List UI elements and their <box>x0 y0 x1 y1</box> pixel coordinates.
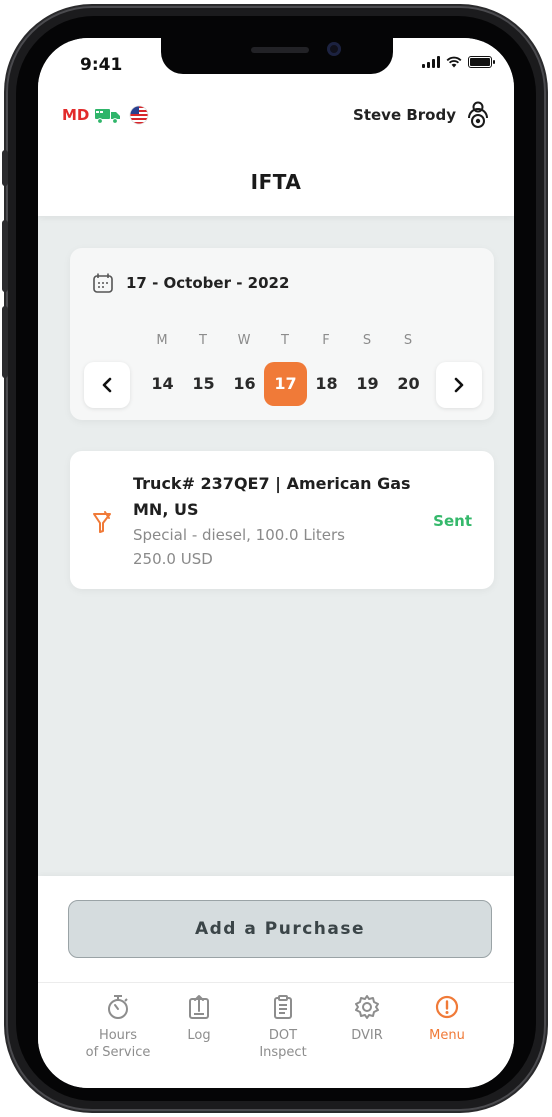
weekday-row: M T W T F S S <box>142 333 429 348</box>
chevron-right-icon <box>454 377 464 393</box>
day-cell[interactable]: 16 <box>224 362 265 406</box>
weekday-label: W <box>237 333 252 348</box>
us-flag-icon[interactable] <box>129 105 149 125</box>
mute-switch <box>2 150 8 186</box>
bottom-panel: Add a Purchase Hours of Service Log DOT … <box>38 876 514 1088</box>
chevron-left-icon <box>102 377 112 393</box>
driver-code: MD <box>62 106 90 124</box>
status-icons <box>422 56 495 68</box>
screen: 9:41 MD Steve Brody IFTA 17 - October - … <box>38 38 514 1088</box>
user-name[interactable]: Steve Brody <box>353 106 456 124</box>
log-upload-icon <box>189 995 209 1019</box>
stopwatch-icon <box>108 995 128 1019</box>
fuel-purchase-card[interactable]: Truck# 237QE7 | American Gas MN, US Spec… <box>70 451 494 589</box>
day-cell[interactable]: 18 <box>306 362 347 406</box>
tab-dot-inspect[interactable]: DOT Inspect <box>238 993 328 1061</box>
driver-profile-icon[interactable] <box>466 101 490 129</box>
day-cell[interactable]: 15 <box>183 362 224 406</box>
tab-label: Hours of Service <box>85 1028 151 1060</box>
volume-down-button <box>2 306 8 378</box>
purchase-location: MN, US <box>133 500 199 519</box>
cellular-signal-icon <box>422 56 440 68</box>
calendar-icon <box>93 273 113 293</box>
purchase-amount: 250.0 USD <box>133 550 213 568</box>
day-row: 14 15 16 17 18 19 20 <box>142 362 429 406</box>
weekday-label: S <box>403 333 414 348</box>
tab-log[interactable]: Log <box>154 993 244 1044</box>
tab-label: DOT Inspect <box>259 1028 307 1060</box>
add-purchase-button[interactable]: Add a Purchase <box>68 900 492 958</box>
status-badge: Sent <box>433 512 472 530</box>
gear-icon <box>355 995 379 1019</box>
day-cell-selected[interactable]: 17 <box>264 362 307 406</box>
app-bar: MD Steve Brody <box>62 101 490 129</box>
battery-icon <box>468 56 495 68</box>
weekday-label: S <box>362 333 373 348</box>
tab-hours-of-service[interactable]: Hours of Service <box>73 993 163 1061</box>
status-time: 9:41 <box>80 55 123 75</box>
fuel-pump-icon <box>93 511 111 533</box>
tab-label: DVIR <box>351 1028 383 1043</box>
tab-dvir[interactable]: DVIR <box>322 993 412 1044</box>
tab-menu[interactable]: Menu <box>402 993 492 1044</box>
weekday-label: T <box>199 333 208 348</box>
info-circle-icon <box>435 995 459 1019</box>
purchase-truck-vendor: Truck# 237QE7 | American Gas <box>133 474 411 493</box>
day-cell[interactable]: 20 <box>388 362 429 406</box>
day-cell[interactable]: 19 <box>347 362 388 406</box>
weekday-label: T <box>281 333 290 348</box>
front-camera <box>327 42 341 56</box>
next-week-button[interactable] <box>436 362 482 408</box>
truck-icon[interactable] <box>95 106 121 124</box>
weekday-label: F <box>322 333 331 348</box>
date-header: 17 - October - 2022 <box>92 272 289 294</box>
selected-date-label: 17 - October - 2022 <box>126 274 290 292</box>
speaker <box>251 47 309 53</box>
tab-label: Menu <box>429 1028 465 1043</box>
tab-label: Log <box>187 1028 211 1043</box>
prev-week-button[interactable] <box>84 362 130 408</box>
weekday-label: M <box>156 333 169 348</box>
day-cell[interactable]: 14 <box>142 362 183 406</box>
page-title: IFTA <box>250 170 302 194</box>
tab-bar: Hours of Service Log DOT Inspect DVIR Me… <box>38 982 514 1083</box>
wifi-icon <box>446 56 462 68</box>
clipboard-icon <box>274 995 292 1019</box>
date-selector-card: 17 - October - 2022 M T W T F S S 14 15 … <box>70 248 494 420</box>
purchase-fuel-details: Special - diesel, 100.0 Liters <box>133 526 345 544</box>
volume-up-button <box>2 220 8 292</box>
notch <box>161 38 393 74</box>
